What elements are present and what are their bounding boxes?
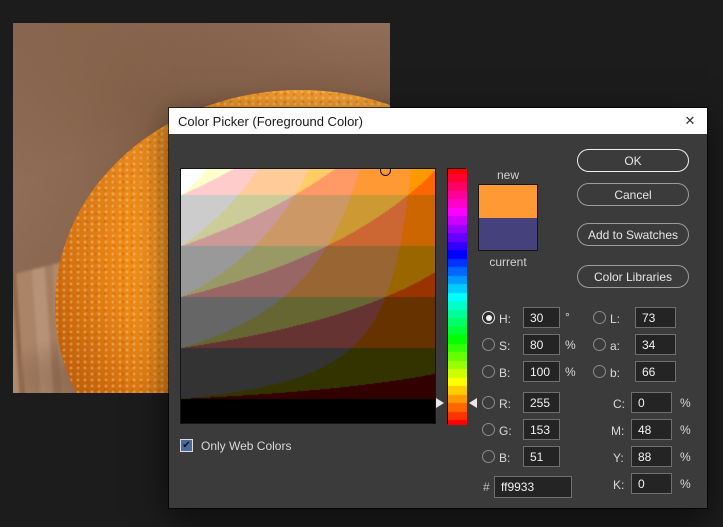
radio-r[interactable] <box>482 396 495 409</box>
hue-slider-arrow-right[interactable] <box>469 397 477 408</box>
c-input[interactable] <box>631 392 672 413</box>
h-label: H: <box>499 312 511 326</box>
hue-slider-arrow-left[interactable] <box>436 397 444 408</box>
c-label: C: <box>613 397 625 411</box>
add-to-swatches-button[interactable]: Add to Swatches <box>577 223 689 246</box>
r-input[interactable] <box>523 392 560 413</box>
only-web-colors-label: Only Web Colors <box>201 439 292 453</box>
y-unit: % <box>680 450 691 464</box>
k-input[interactable] <box>631 473 672 494</box>
s-label: S: <box>499 339 511 353</box>
new-color-swatch <box>479 185 537 218</box>
b2-label: B: <box>499 451 511 465</box>
dialog-title: Color Picker (Foreground Color) <box>178 113 363 129</box>
b2-input[interactable] <box>523 446 560 467</box>
close-icon[interactable]: ✕ <box>673 108 707 134</box>
radio-b[interactable] <box>482 365 495 378</box>
radio-b2[interactable] <box>482 450 495 463</box>
b-input[interactable] <box>523 361 560 382</box>
c-unit: % <box>680 396 691 410</box>
radio-g[interactable] <box>482 423 495 436</box>
color-picker-dialog: Color Picker (Foreground Color) ✕ new cu… <box>169 108 707 508</box>
current-color-swatch <box>479 217 537 250</box>
hex-hash-label: # <box>483 480 490 494</box>
radio-s[interactable] <box>482 338 495 351</box>
h-unit: ° <box>565 310 570 324</box>
g-label: G: <box>499 424 512 438</box>
radio-l[interactable] <box>593 311 606 324</box>
m-label: M: <box>611 424 625 438</box>
y-label: Y: <box>613 451 624 465</box>
new-swatch-label: new <box>496 168 519 182</box>
g-input[interactable] <box>523 419 560 440</box>
l-label: L: <box>610 312 621 326</box>
ok-button[interactable]: OK <box>577 149 689 172</box>
swatch-box <box>478 184 538 251</box>
m-input[interactable] <box>631 419 672 440</box>
current-swatch-label: current <box>489 255 527 269</box>
dialog-titlebar[interactable]: Color Picker (Foreground Color) ✕ <box>169 108 707 134</box>
k-label: K: <box>613 478 625 492</box>
radio-lab-b[interactable] <box>593 365 606 378</box>
r-label: R: <box>499 397 511 411</box>
radio-a[interactable] <box>593 338 606 351</box>
a-input[interactable] <box>635 334 676 355</box>
b-label: B: <box>499 366 511 380</box>
photoshop-workspace: Color Picker (Foreground Color) ✕ new cu… <box>0 0 723 527</box>
h-input[interactable] <box>523 307 560 328</box>
lab-b-label: b: <box>610 366 621 380</box>
hue-slider[interactable] <box>447 168 467 425</box>
radio-h[interactable] <box>482 311 495 324</box>
s-unit: % <box>565 338 576 352</box>
b-unit: % <box>565 365 576 379</box>
cancel-button[interactable]: Cancel <box>577 183 689 206</box>
m-unit: % <box>680 423 691 437</box>
a-label: a: <box>610 339 621 353</box>
k-unit: % <box>680 477 691 491</box>
color-libraries-button[interactable]: Color Libraries <box>577 265 689 288</box>
only-web-colors-checkbox[interactable] <box>180 439 193 452</box>
lab-b-input[interactable] <box>635 361 676 382</box>
color-field[interactable] <box>180 168 436 424</box>
l-input[interactable] <box>635 307 676 328</box>
s-input[interactable] <box>523 334 560 355</box>
hex-input[interactable] <box>494 476 572 498</box>
y-input[interactable] <box>631 446 672 467</box>
